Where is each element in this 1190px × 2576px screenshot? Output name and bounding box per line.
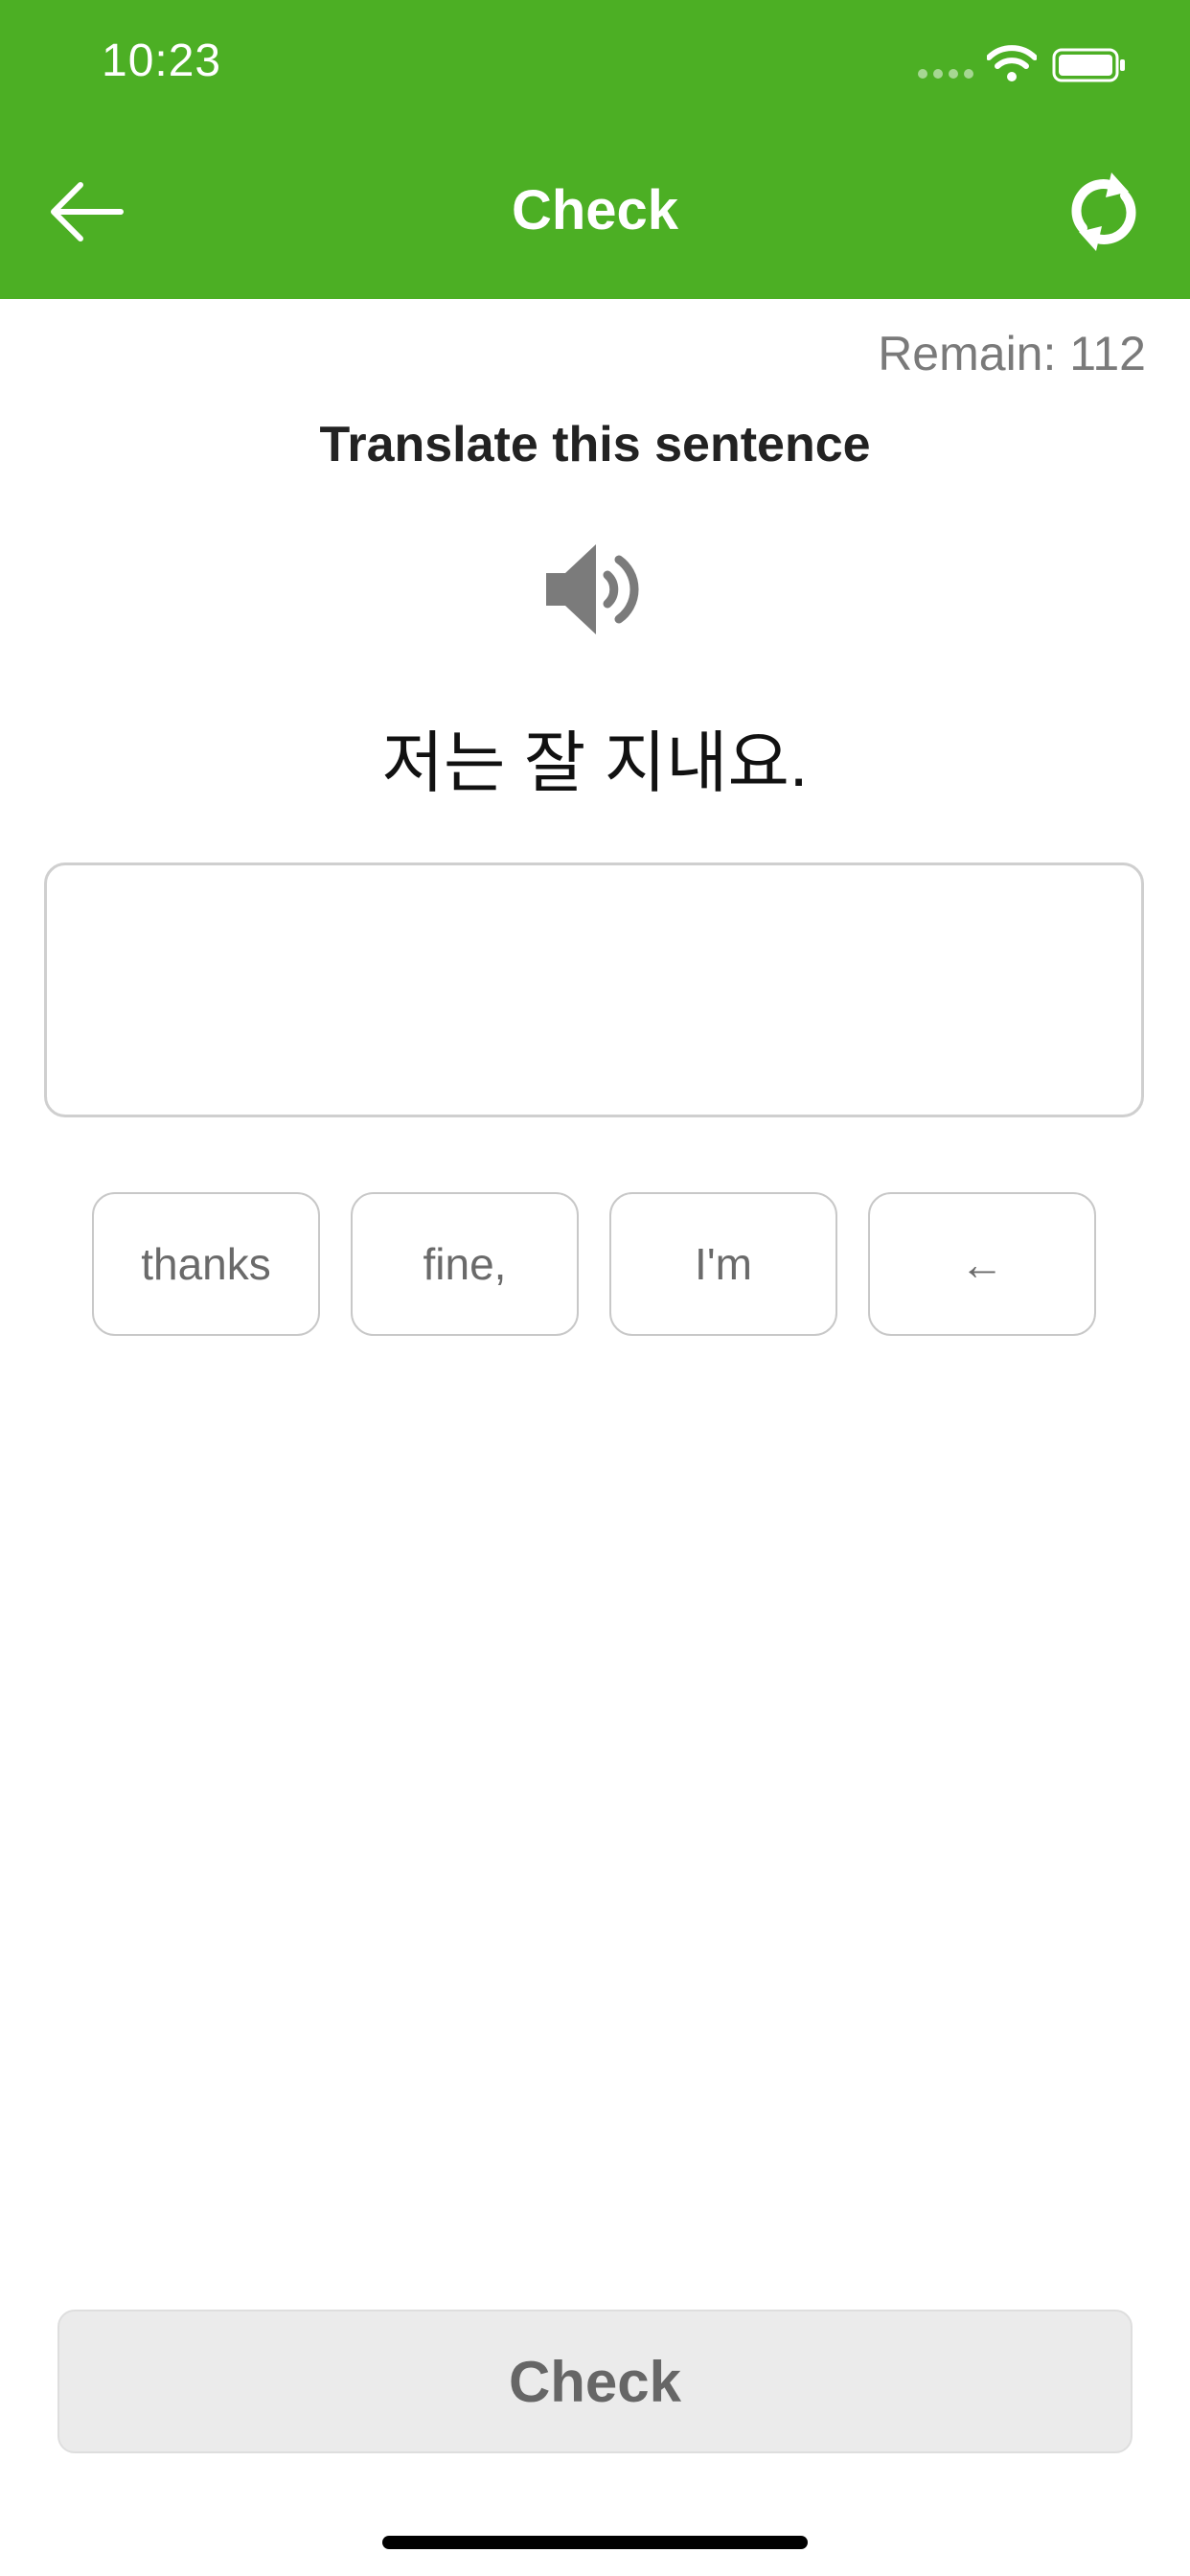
cellular-signal-icon [918, 69, 973, 79]
refresh-icon[interactable] [1065, 169, 1142, 255]
wifi-icon [987, 45, 1037, 81]
status-time: 10:23 [102, 35, 222, 86]
source-sentence: 저는 잘 지내요. [381, 725, 809, 800]
word-chip-thanks[interactable]: thanks [92, 1192, 320, 1336]
speaker-icon[interactable] [542, 537, 648, 642]
check-button[interactable]: Check [57, 2310, 1133, 2453]
page-title: Check [511, 179, 679, 242]
remaining-count: Remain: 112 [878, 327, 1146, 380]
exercise-prompt: Translate this sentence [319, 417, 871, 472]
home-indicator [382, 2536, 808, 2549]
answer-input-area[interactable] [44, 862, 1144, 1117]
header-bar: 10:23 Check [0, 0, 1190, 299]
word-chip-im[interactable]: I'm [609, 1192, 837, 1336]
word-chip-fine[interactable]: fine, [351, 1192, 579, 1336]
battery-icon [1052, 48, 1125, 82]
backspace-chip[interactable]: ← [868, 1192, 1096, 1336]
